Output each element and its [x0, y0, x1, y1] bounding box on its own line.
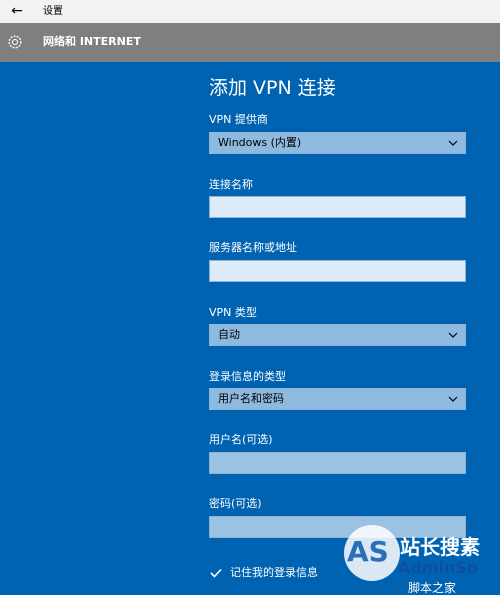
section-title: 网络和 INTERNET — [43, 35, 141, 48]
remember-checkbox[interactable] — [209, 566, 223, 580]
chevron-down-icon — [448, 140, 458, 146]
vpn-provider-select[interactable]: Windows (内置) — [209, 132, 466, 154]
sign-in-type-label: 登录信息的类型 — [209, 370, 286, 383]
chevron-down-icon — [448, 332, 458, 338]
password-label: 密码(可选) — [209, 497, 262, 510]
server-address-field[interactable] — [209, 260, 466, 282]
vpn-type-label: VPN 类型 — [209, 306, 257, 319]
server-address-label: 服务器名称或地址 — [209, 241, 297, 254]
chevron-down-icon — [448, 396, 458, 402]
gear-icon — [8, 35, 22, 49]
window-titlebar: ← 设置 — [0, 0, 500, 23]
watermark-as-text: AS — [347, 535, 389, 568]
vpn-type-select[interactable]: 自动 — [209, 324, 466, 346]
sign-in-type-value: 用户名和密码 — [218, 392, 284, 405]
username-field[interactable] — [209, 452, 466, 474]
watermark-line3: 脚本之家 — [408, 581, 457, 595]
vpn-type-value: 自动 — [218, 328, 240, 341]
section-header: 网络和 INTERNET — [0, 23, 500, 62]
connection-name-field[interactable] — [209, 196, 466, 218]
watermark-logo: AS 站长搜素 AdminSo 脚本之家 — [344, 525, 500, 595]
page-title: 添加 VPN 连接 — [209, 77, 336, 99]
back-arrow-icon[interactable]: ← — [8, 2, 26, 20]
vpn-provider-value: Windows (内置) — [218, 136, 302, 149]
watermark-line2: AdminSo — [398, 558, 478, 577]
window-title: 设置 — [43, 6, 63, 17]
vpn-provider-label: VPN 提供商 — [209, 113, 268, 126]
sign-in-type-select[interactable]: 用户名和密码 — [209, 388, 466, 410]
remember-label: 记住我的登录信息 — [230, 566, 318, 579]
connection-name-label: 连接名称 — [209, 178, 253, 191]
username-label: 用户名(可选) — [209, 433, 273, 446]
watermark-line1: 站长搜素 — [400, 535, 480, 559]
